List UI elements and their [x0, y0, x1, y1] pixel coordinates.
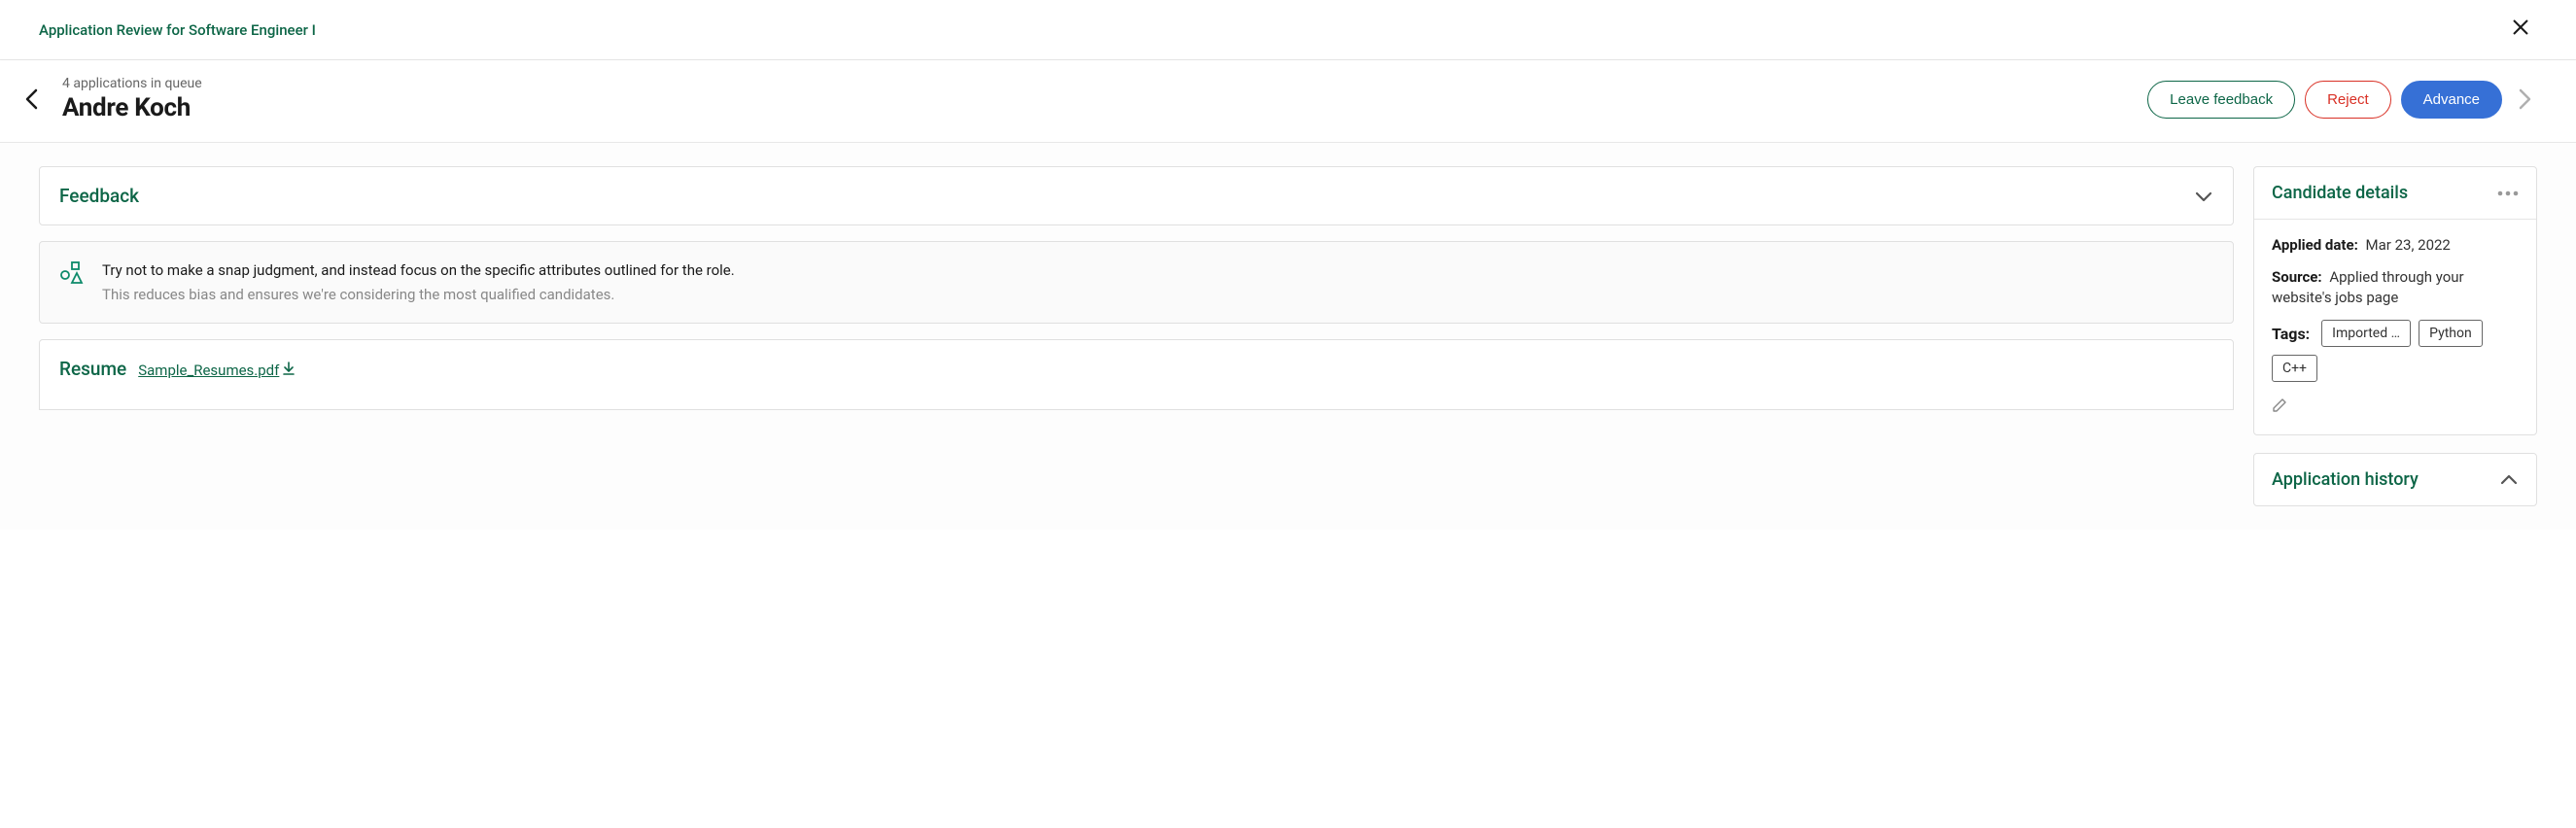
- hint-line-1: Try not to make a snap judgment, and ins…: [102, 259, 735, 282]
- header-actions: Leave feedback Reject Advance: [2147, 81, 2537, 119]
- topbar: Application Review for Software Engineer…: [0, 0, 2576, 60]
- application-history-header[interactable]: Application history: [2254, 454, 2536, 505]
- page-title: Application Review for Software Engineer…: [39, 21, 316, 39]
- bias-hint: Try not to make a snap judgment, and ins…: [39, 241, 2234, 324]
- tag-item[interactable]: C++: [2272, 355, 2317, 382]
- candidate-name: Andre Koch: [62, 93, 202, 122]
- header: 4 applications in queue Andre Koch Leave…: [0, 60, 2576, 143]
- previous-candidate-icon[interactable]: [19, 83, 45, 116]
- tags-label: Tags:: [2272, 325, 2310, 343]
- header-left: 4 applications in queue Andre Koch: [19, 76, 202, 122]
- main-column: Feedback Try not to make a snap judgment…: [39, 166, 2234, 506]
- next-candidate-icon[interactable]: [2512, 83, 2537, 116]
- leave-feedback-button[interactable]: Leave feedback: [2147, 81, 2295, 119]
- applied-date-row: Applied date: Mar 23, 2022: [2272, 235, 2519, 256]
- chevron-down-icon: [2194, 190, 2213, 203]
- resume-header: Resume Sample_Resumes.pdf: [59, 358, 2213, 380]
- tag-item[interactable]: Imported March 2022: [2321, 320, 2411, 347]
- source-label: Source:: [2272, 268, 2322, 286]
- applied-date-label: Applied date:: [2272, 236, 2358, 254]
- hint-text: Try not to make a snap judgment, and ins…: [102, 259, 735, 305]
- feedback-panel: Feedback: [39, 166, 2234, 225]
- tags-row: Tags: Imported March 2022 Python C++: [2272, 320, 2519, 382]
- application-history-title: Application history: [2272, 469, 2419, 490]
- chevron-up-icon: [2499, 473, 2519, 487]
- side-column: Candidate details Applied date: Mar 23, …: [2253, 166, 2537, 506]
- source-row: Source: Applied through your website's j…: [2272, 267, 2519, 308]
- resume-panel-title: Resume: [59, 358, 126, 380]
- applied-date-value: Mar 23, 2022: [2366, 236, 2451, 254]
- tag-item[interactable]: Python: [2419, 320, 2483, 347]
- more-options-icon[interactable]: [2497, 190, 2519, 196]
- body-content: Feedback Try not to make a snap judgment…: [0, 143, 2576, 530]
- shapes-icon: [59, 261, 85, 289]
- resume-panel: Resume Sample_Resumes.pdf: [39, 339, 2234, 410]
- feedback-panel-title: Feedback: [59, 185, 139, 207]
- application-history-panel: Application history: [2253, 453, 2537, 506]
- reject-button[interactable]: Reject: [2305, 81, 2391, 119]
- queue-count: 4 applications in queue: [62, 76, 202, 91]
- candidate-details-panel: Candidate details Applied date: Mar 23, …: [2253, 166, 2537, 435]
- candidate-info: 4 applications in queue Andre Koch: [62, 76, 202, 122]
- candidate-details-header: Candidate details: [2254, 167, 2536, 220]
- feedback-panel-header[interactable]: Feedback: [40, 167, 2233, 224]
- download-icon: [283, 362, 295, 379]
- hint-line-2: This reduces bias and ensures we're cons…: [102, 284, 735, 306]
- candidate-details-title: Candidate details: [2272, 183, 2408, 203]
- edit-tags-icon[interactable]: [2272, 397, 2519, 417]
- candidate-details-body: Applied date: Mar 23, 2022 Source: Appli…: [2254, 220, 2536, 434]
- advance-button[interactable]: Advance: [2401, 81, 2502, 119]
- close-icon[interactable]: [2504, 14, 2537, 46]
- resume-file-name: Sample_Resumes.pdf: [138, 362, 279, 379]
- resume-download-link[interactable]: Sample_Resumes.pdf: [138, 362, 295, 379]
